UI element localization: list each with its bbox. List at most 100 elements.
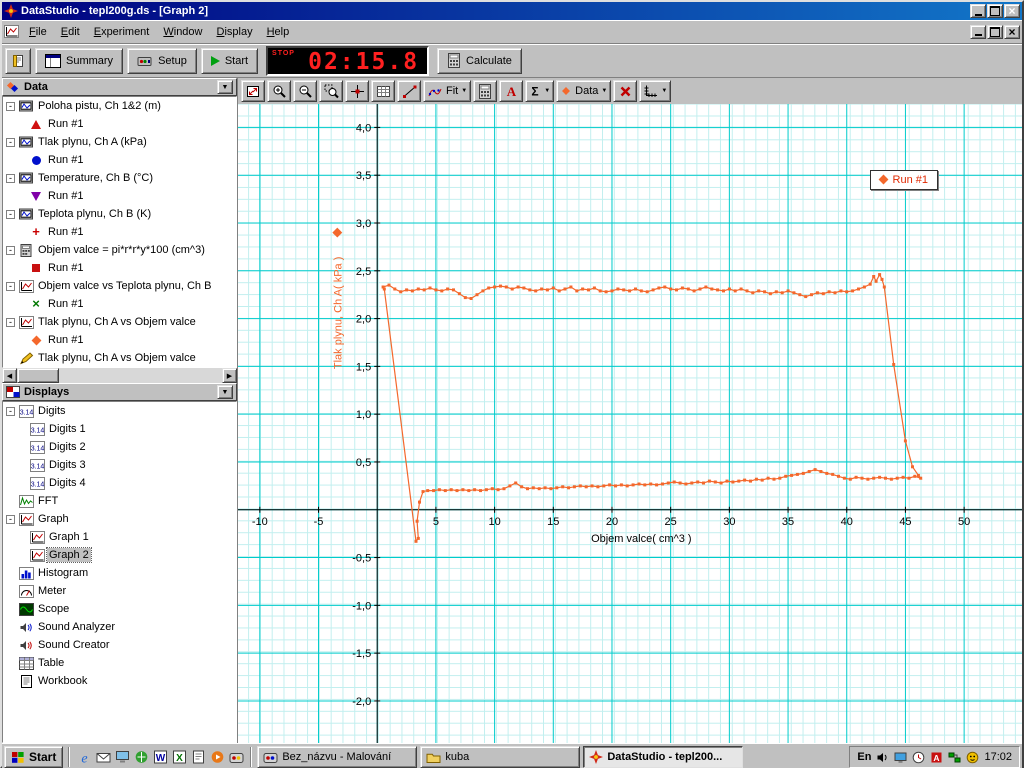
tree-expand-box[interactable]: - bbox=[6, 245, 15, 255]
show-desktop-icon[interactable] bbox=[113, 747, 131, 767]
data-tree-hscrollbar[interactable]: ◀ ▶ bbox=[2, 368, 237, 383]
tree-expand-box[interactable]: - bbox=[6, 514, 15, 524]
display-settings-icon[interactable] bbox=[893, 750, 908, 765]
scale-to-fit-button[interactable] bbox=[241, 80, 265, 102]
data-group-item[interactable]: - Teplota plynu, Ch B (K) bbox=[3, 205, 236, 223]
graph-canvas[interactable]: -10 -5 5 10 15 20 25 30 35 40 45 50 -2,0 -1,5 -1,0 -0,5… bbox=[238, 104, 1022, 743]
data-group-item[interactable]: - Objem valce vs Teplota plynu, Ch B bbox=[3, 277, 236, 295]
start-button-toolbar[interactable]: Start bbox=[200, 47, 259, 74]
messenger-icon[interactable] bbox=[965, 750, 980, 765]
slope-tool-button[interactable] bbox=[397, 80, 421, 102]
tree-expand-box[interactable]: - bbox=[6, 137, 15, 147]
close-button[interactable] bbox=[1004, 4, 1020, 18]
menu-edit[interactable]: Edit bbox=[54, 22, 87, 42]
minimize-button[interactable] bbox=[970, 4, 986, 18]
tree-expand-box[interactable]: - bbox=[6, 101, 15, 111]
display-item-digits-1[interactable]: 3.14 Digits 1 bbox=[3, 420, 236, 438]
scroll-left-button[interactable]: ◀ bbox=[2, 368, 17, 383]
menu-experiment[interactable]: Experiment bbox=[87, 22, 157, 42]
scheduler-icon[interactable] bbox=[911, 750, 926, 765]
data-run-item[interactable]: Run #1 bbox=[3, 331, 236, 349]
tree-expand-box[interactable]: - bbox=[6, 209, 15, 219]
display-item-graph[interactable]: - Graph bbox=[3, 510, 236, 528]
notepad-icon[interactable] bbox=[189, 747, 207, 767]
data-run-item[interactable]: × Run #1 bbox=[3, 295, 236, 313]
zoom-select-button[interactable] bbox=[319, 80, 343, 102]
data-group-item[interactable]: Tlak plynu, Ch A vs Objem valce bbox=[3, 349, 236, 367]
channels-icon[interactable] bbox=[132, 747, 150, 767]
smart-tool-button[interactable] bbox=[345, 80, 369, 102]
display-item-digits-3[interactable]: 3.14 Digits 3 bbox=[3, 456, 236, 474]
text-annotation-button[interactable]: A bbox=[499, 80, 524, 102]
data-group-item[interactable]: - Tlak plynu, Ch A vs Objem valce bbox=[3, 313, 236, 331]
displays-panel-header[interactable]: Displays ▼ bbox=[2, 383, 237, 401]
task-button-bez_názvu[interactable]: Bez_názvu - Malování bbox=[257, 746, 418, 768]
data-run-item[interactable]: Run #1 bbox=[3, 115, 236, 133]
keyboard-layout-indicator[interactable]: En bbox=[857, 751, 871, 763]
summary-button[interactable]: Summary bbox=[35, 47, 124, 74]
word-icon[interactable]: W bbox=[151, 747, 169, 767]
scrollbar-thumb[interactable] bbox=[17, 368, 59, 383]
volume-icon[interactable] bbox=[875, 750, 890, 765]
display-item-fft[interactable]: FFT bbox=[3, 492, 236, 510]
antivirus-icon[interactable]: A bbox=[929, 750, 944, 765]
display-item-digits-4[interactable]: 3.14 Digits 4 bbox=[3, 474, 236, 492]
data-group-item[interactable]: - Objem valce = pi*r*r*y*100 (cm^3) bbox=[3, 241, 236, 259]
display-item-sound-creator[interactable]: Sound Creator bbox=[3, 636, 236, 654]
scrollbar-track[interactable] bbox=[17, 368, 222, 383]
remove-button[interactable] bbox=[613, 80, 638, 102]
data-panel-dropdown[interactable]: ▼ bbox=[217, 80, 233, 94]
data-group-item[interactable]: - Temperature, Ch B (°C) bbox=[3, 169, 236, 187]
menu-file[interactable]: File bbox=[22, 22, 54, 42]
data-run-item[interactable]: Run #1 bbox=[3, 151, 236, 169]
menu-window[interactable]: Window bbox=[156, 22, 209, 42]
zoom-out-button[interactable] bbox=[293, 80, 317, 102]
excel-icon[interactable]: X bbox=[170, 747, 188, 767]
outlook-express-icon[interactable] bbox=[94, 747, 112, 767]
graph-plot-area[interactable]: -10 -5 5 10 15 20 25 30 35 40 45 50 -2,0 -1,5 -1,0 -0,5… bbox=[238, 104, 1022, 743]
data-run-item[interactable]: Run #1 bbox=[3, 259, 236, 277]
display-item-scope[interactable]: Scope bbox=[3, 600, 236, 618]
start-button[interactable]: Start bbox=[4, 746, 64, 768]
statistics-button[interactable]: Σ ▼ bbox=[525, 80, 555, 102]
calculate-button[interactable]: Calculate bbox=[437, 47, 522, 74]
task-button-kuba[interactable]: kuba bbox=[420, 746, 581, 768]
graph-window-icon[interactable] bbox=[4, 25, 19, 38]
displays-panel-dropdown[interactable]: ▼ bbox=[217, 385, 233, 399]
media-player-icon[interactable] bbox=[208, 747, 226, 767]
child-restore-button[interactable] bbox=[987, 24, 1003, 39]
display-item-table[interactable]: Table bbox=[3, 654, 236, 672]
calculator-button[interactable] bbox=[473, 80, 498, 102]
activity-button[interactable] bbox=[5, 47, 31, 74]
display-item-graph-1[interactable]: Graph 1 bbox=[3, 528, 236, 546]
fit-menu-button[interactable]: Fit ▼ bbox=[423, 80, 472, 102]
display-item-digits-2[interactable]: 3.14 Digits 2 bbox=[3, 438, 236, 456]
display-item-workbook[interactable]: Workbook bbox=[3, 672, 236, 690]
setup-button[interactable]: Setup bbox=[127, 47, 197, 74]
tree-expand-box[interactable]: - bbox=[6, 281, 15, 291]
child-close-button[interactable] bbox=[1004, 24, 1020, 39]
data-group-item[interactable]: - Poloha pistu, Ch 1&2 (m) bbox=[3, 97, 236, 115]
menu-help[interactable]: Help bbox=[260, 22, 297, 42]
paint-ql-icon[interactable] bbox=[227, 747, 245, 767]
grid-tool-button[interactable] bbox=[371, 80, 395, 102]
data-run-item[interactable]: Run #1 bbox=[3, 187, 236, 205]
task-button-datastudio[interactable]: DataStudio - tepl200... bbox=[583, 746, 744, 768]
data-run-item[interactable]: + Run #1 bbox=[3, 223, 236, 241]
tree-expand-box[interactable]: - bbox=[6, 406, 15, 416]
child-minimize-button[interactable] bbox=[970, 24, 986, 39]
graph-settings-button[interactable]: ▼ bbox=[639, 80, 672, 102]
tree-expand-box[interactable]: - bbox=[6, 173, 15, 183]
display-item-graph-2[interactable]: Graph 2 bbox=[3, 546, 236, 564]
menu-display[interactable]: Display bbox=[210, 22, 260, 42]
graph-legend[interactable]: Run #1 bbox=[869, 170, 938, 190]
tree-expand-box[interactable]: - bbox=[6, 317, 15, 327]
network-icon[interactable] bbox=[947, 750, 962, 765]
restore-button[interactable] bbox=[987, 4, 1003, 18]
display-item-meter[interactable]: Meter bbox=[3, 582, 236, 600]
zoom-in-button[interactable] bbox=[267, 80, 291, 102]
display-item-histogram[interactable]: Histogram bbox=[3, 564, 236, 582]
scroll-right-button[interactable]: ▶ bbox=[222, 368, 237, 383]
ie-icon[interactable]: e bbox=[75, 747, 93, 767]
data-menu-button[interactable]: Data ▼ bbox=[556, 80, 612, 102]
